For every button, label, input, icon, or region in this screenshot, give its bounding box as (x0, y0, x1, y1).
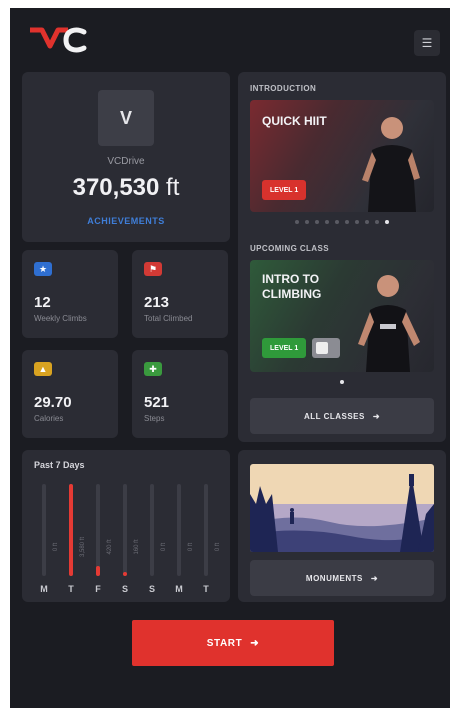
day-bar-value: 0 ft (161, 542, 167, 552)
arrow-right-icon: ➜ (370, 573, 379, 583)
day-bar-value: 0 ft (188, 542, 194, 552)
upcoming-level-badge: LEVEL 1 (262, 338, 307, 358)
stat-label: Total Climbed (144, 314, 193, 323)
day-label: T (68, 584, 74, 594)
avatar[interactable]: V (98, 90, 154, 146)
all-classes-label: ALL CLASSES (303, 411, 365, 421)
trophy-icon: ★ (34, 262, 52, 276)
carousel-dot[interactable] (385, 220, 389, 224)
day-bar-track (177, 484, 181, 576)
carousel-dot[interactable] (295, 220, 299, 224)
day-label: M (175, 584, 183, 594)
stat-value: 213 (144, 294, 170, 311)
carousel-dot[interactable] (340, 380, 344, 384)
day-label: F (95, 584, 101, 594)
carousel-dot[interactable] (355, 220, 359, 224)
total-climbed: 370,530 ft (22, 174, 230, 202)
arrow-right-icon: ➜ (372, 411, 381, 421)
day-bar-track (204, 484, 208, 576)
total-climbed-value: 370,530 (72, 174, 160, 201)
bolt-icon: ✚ (144, 362, 162, 376)
day-label: T (203, 584, 209, 594)
day-bar (123, 572, 127, 576)
toggle-knob (316, 342, 328, 354)
classes-card: INTRODUCTION QUICK HIIT LEVEL 1 UPCOMING… (238, 72, 446, 442)
day-bar-value: 3,580 ft (80, 536, 86, 557)
logo (30, 27, 87, 53)
carousel-dot[interactable] (335, 220, 339, 224)
carousel-dot[interactable] (305, 220, 309, 224)
upcoming-class-label: UPCOMING CLASS (250, 244, 329, 253)
stat-calories: ▲ 29.70 Calories (22, 350, 118, 438)
day-label: S (121, 584, 128, 594)
carousel-dot[interactable] (315, 220, 319, 224)
intro-level-badge: LEVEL 1 (262, 180, 307, 200)
flag-icon: ⚑ (144, 262, 162, 276)
carousel-dot[interactable] (325, 220, 329, 224)
instructor-image (362, 117, 420, 212)
start-button[interactable]: START ➜ (132, 620, 334, 666)
stat-label: Weekly Climbs (34, 314, 87, 323)
start-label: START (206, 637, 243, 649)
upcoming-class-title: INTRO TO CLIMBING (262, 272, 321, 302)
upcoming-title-line-1: INTRO TO (262, 272, 320, 286)
upcoming-title-line-2: CLIMBING (262, 287, 322, 301)
monuments-landscape-image[interactable] (250, 464, 434, 552)
past-7-days-card: Past 7 Days 0 ft M 3,580 ft T 420 ft F 160 ft S… (22, 450, 230, 602)
intro-class-title: QUICK HIIT (262, 114, 327, 128)
monuments-label: MONUMENTS (305, 573, 363, 583)
total-climbed-unit: ft (166, 174, 180, 201)
monuments-card: MONUMENTS ➜ (238, 450, 446, 602)
day-bar-value: 160 ft (134, 539, 140, 555)
upcoming-class-banner[interactable]: INTRO TO CLIMBING LEVEL 1 (250, 260, 434, 372)
past-7-days-title: Past 7 Days (34, 460, 85, 470)
day-bar-track (42, 484, 46, 576)
stat-label: Calories (34, 414, 64, 423)
day-bar-track (69, 484, 73, 576)
stat-value: 521 (144, 394, 170, 411)
username: VCDrive (107, 156, 145, 167)
stat-total-climbed: ⚑ 213 Total Climbed (132, 250, 228, 338)
introduction-label: INTRODUCTION (250, 84, 317, 93)
day-bar-value: 420 ft (107, 539, 113, 555)
upcoming-carousel-dots[interactable] (238, 380, 446, 384)
stat-value: 29.70 (34, 394, 72, 411)
toggle-switch[interactable] (312, 338, 340, 358)
carousel-dot[interactable] (365, 220, 369, 224)
top-bar: ☰ (10, 8, 450, 68)
menu-button[interactable]: ☰ (414, 30, 440, 56)
menu-icon: ☰ (421, 36, 433, 50)
day-bar-track (123, 484, 127, 576)
stat-label: Steps (144, 414, 165, 423)
app-window: ☰ V VCDrive 370,530 ft ACHIEVEMENTS ★ 12… (10, 8, 450, 708)
monuments-button[interactable]: MONUMENTS ➜ (250, 560, 434, 596)
flame-icon: ▲ (34, 362, 52, 376)
stat-value: 12 (34, 294, 51, 311)
day-label: M (40, 584, 48, 594)
day-bar-value: 0 ft (215, 542, 221, 552)
profile-card: V VCDrive 370,530 ft ACHIEVEMENTS (22, 72, 230, 242)
carousel-dot[interactable] (345, 220, 349, 224)
intro-carousel-dots[interactable] (238, 220, 446, 224)
intro-class-banner[interactable]: QUICK HIIT LEVEL 1 (250, 100, 434, 212)
day-label: S (148, 584, 155, 594)
all-classes-button[interactable]: ALL CLASSES ➜ (250, 398, 434, 434)
instructor-image (358, 275, 420, 372)
stat-steps: ✚ 521 Steps (132, 350, 228, 438)
day-bar (69, 484, 73, 576)
day-bar-track (150, 484, 154, 576)
day-bar-track (96, 484, 100, 576)
day-bar (96, 566, 100, 576)
day-bar-value: 0 ft (53, 542, 59, 552)
carousel-dot[interactable] (375, 220, 379, 224)
stat-weekly-climbs: ★ 12 Weekly Climbs (22, 250, 118, 338)
achievements-link[interactable]: ACHIEVEMENTS (22, 216, 230, 226)
arrow-right-icon: ➜ (250, 637, 260, 649)
